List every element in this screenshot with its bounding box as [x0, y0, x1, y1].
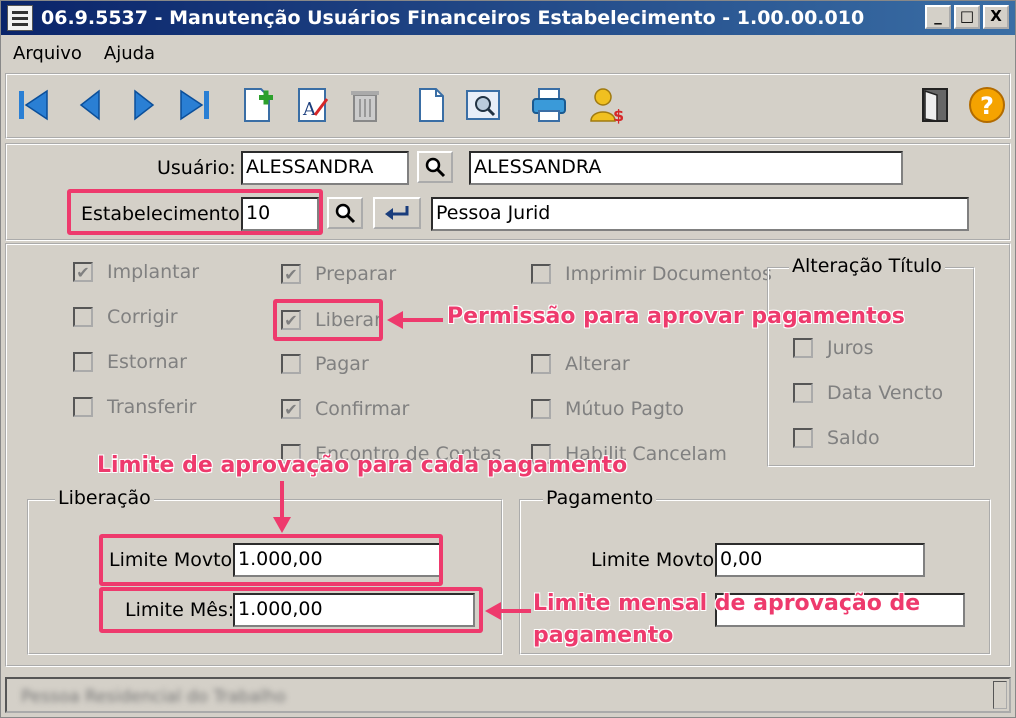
chk-saldo[interactable]: Saldo: [793, 427, 880, 449]
new-record-icon[interactable]: [235, 83, 279, 127]
status-cell: [993, 681, 1007, 709]
checkbox-box: [531, 399, 551, 419]
chk-preparar[interactable]: ✔ Preparar: [281, 263, 396, 285]
print-icon[interactable]: [527, 83, 571, 127]
svg-text:$: $: [613, 106, 624, 125]
usuario-label: Usuário:: [157, 157, 236, 179]
next-record-icon[interactable]: [121, 83, 165, 127]
status-bar: Pessoa Residencial do Trabalho: [5, 677, 1011, 713]
alteracao-titulo-group: Alteração Título Juros Data Vencto Saldo: [767, 255, 975, 467]
estabelecimento-zoom-button[interactable]: [373, 197, 421, 229]
pagamento-legend: Pagamento: [543, 487, 657, 509]
chk-label: Data Vencto: [827, 382, 944, 404]
chk-imprimir-documentos[interactable]: Imprimir Documentos: [531, 263, 772, 285]
checkbox-box: [531, 354, 551, 374]
first-record-icon[interactable]: [13, 83, 57, 127]
chk-implantar[interactable]: ✔ Implantar: [73, 261, 199, 283]
alteracao-titulo-legend: Alteração Título: [789, 255, 945, 277]
highlight-estabelecimento: [67, 189, 323, 235]
pagamento-limite-movto-label: Limite Movto:: [591, 549, 721, 571]
search-icon: [335, 203, 356, 224]
highlight-limite-mes: [99, 587, 483, 633]
chk-label: Pagar: [315, 353, 369, 375]
estabelecimento-name-field: Pessoa Jurid: [431, 197, 969, 231]
checkbox-box: [793, 428, 813, 448]
highlight-liberar: [273, 299, 383, 341]
help-icon[interactable]: ?: [965, 83, 1009, 127]
user-money-icon[interactable]: $: [585, 83, 629, 127]
preview-icon[interactable]: [461, 83, 505, 127]
prev-record-icon[interactable]: [69, 83, 113, 127]
chk-estornar[interactable]: Estornar: [73, 351, 187, 373]
usuario-code-field[interactable]: ALESSANDRA: [241, 151, 409, 185]
exit-door-icon[interactable]: [913, 83, 957, 127]
annotation-limite-mensal-line2: pagamento: [533, 623, 674, 648]
toolbar: A $ ?: [5, 73, 1011, 139]
minimize-button[interactable]: _: [925, 5, 951, 29]
chk-pagar[interactable]: Pagar: [281, 353, 369, 375]
checkbox-box: [73, 352, 93, 372]
estabelecimento-search-button[interactable]: [327, 197, 363, 229]
chk-confirmar[interactable]: ✔ Confirmar: [281, 398, 409, 420]
chk-mutuo-pagto[interactable]: Mútuo Pagto: [531, 398, 684, 420]
checkbox-box: [281, 354, 301, 374]
title-bar: 06.9.5537 - Manutenção Usuários Financei…: [1, 1, 1015, 35]
app-window: 06.9.5537 - Manutenção Usuários Financei…: [0, 0, 1016, 718]
edit-record-icon[interactable]: A: [291, 83, 335, 127]
checkbox-box: ✔: [281, 264, 301, 284]
close-button[interactable]: X: [983, 5, 1009, 29]
checkbox-box: ✔: [281, 399, 301, 419]
chk-label: Saldo: [827, 427, 880, 449]
menu-bar: Arquivo Ajuda: [1, 37, 1015, 69]
chk-juros[interactable]: Juros: [793, 337, 874, 359]
search-icon: [425, 157, 446, 178]
chk-label: Transferir: [107, 396, 197, 418]
usuario-search-button[interactable]: [417, 151, 453, 183]
arrow-left-icon: [387, 311, 443, 329]
menu-ajuda[interactable]: Ajuda: [104, 43, 155, 64]
annotation-permissao: Permissão para aprovar pagamentos: [447, 304, 905, 329]
svg-text:?: ?: [980, 92, 994, 120]
checkbox-box: [793, 338, 813, 358]
chk-label: Estornar: [107, 351, 187, 373]
annotation-limite-cada: Limite de aprovação para cada pagamento: [97, 453, 628, 478]
annotation-limite-mensal-line1: Limite mensal de aprovação de: [533, 591, 921, 616]
chk-transferir[interactable]: Transferir: [73, 396, 197, 418]
chk-alterar[interactable]: Alterar: [531, 353, 630, 375]
usuario-name-field: ALESSANDRA: [469, 151, 903, 185]
pagamento-limite-movto-field[interactable]: 0,00: [715, 543, 925, 577]
menu-arquivo[interactable]: Arquivo: [13, 43, 82, 64]
window-title: 06.9.5537 - Manutenção Usuários Financei…: [41, 7, 865, 29]
app-icon: [7, 5, 33, 31]
checkbox-box: [793, 383, 813, 403]
chk-corrigir[interactable]: Corrigir: [73, 306, 178, 328]
chk-label: Alterar: [565, 353, 630, 375]
checkbox-box: ✔: [73, 262, 93, 282]
blank-document-icon[interactable]: [409, 83, 453, 127]
chk-label: Juros: [827, 337, 874, 359]
chk-label: Corrigir: [107, 306, 178, 328]
arrow-down-icon: [273, 481, 291, 533]
checkbox-box: [73, 307, 93, 327]
highlight-limite-movto: [99, 534, 443, 586]
checkbox-box: [531, 264, 551, 284]
chk-label: Mútuo Pagto: [565, 398, 684, 420]
liberacao-legend: Liberação: [55, 487, 154, 509]
return-arrow-icon: [385, 206, 409, 220]
chk-label: Preparar: [315, 263, 397, 285]
arrow-left-icon: [485, 602, 531, 620]
chk-label: Implantar: [107, 261, 200, 283]
chk-label: Imprimir Documentos: [565, 263, 772, 285]
status-text: Pessoa Residencial do Trabalho: [21, 687, 286, 707]
chk-label: Confirmar: [315, 398, 410, 420]
checkbox-box: [73, 397, 93, 417]
svg-text:A: A: [302, 99, 317, 120]
last-record-icon[interactable]: [171, 83, 215, 127]
chk-data-vencto[interactable]: Data Vencto: [793, 382, 943, 404]
maximize-button[interactable]: □: [954, 5, 980, 29]
delete-icon[interactable]: [343, 83, 387, 127]
